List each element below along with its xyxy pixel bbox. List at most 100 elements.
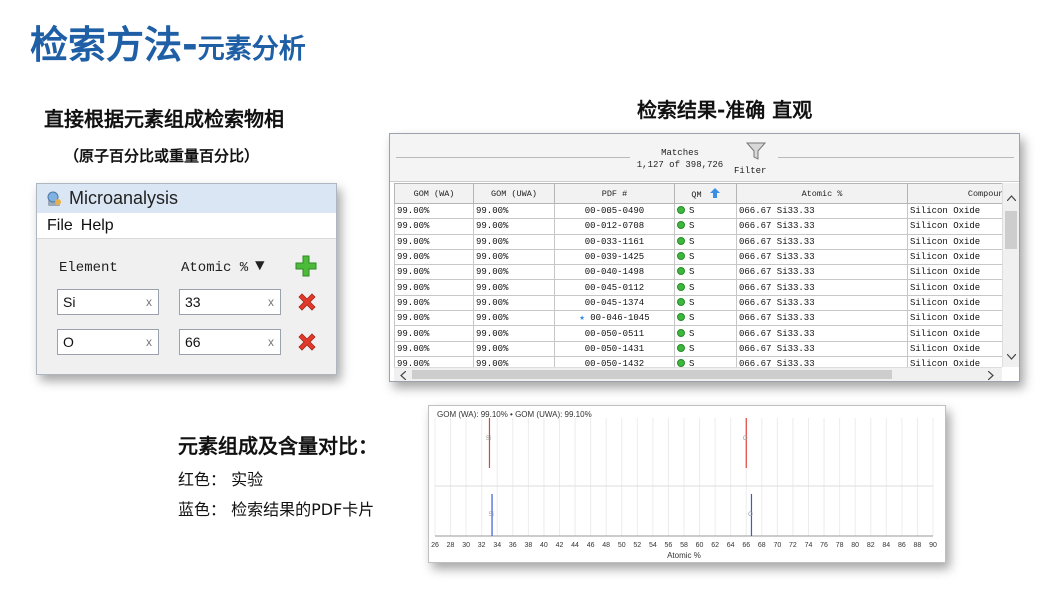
table-row[interactable]: 99.00% 99.00% 00-050-0511 S 066.67 Si33.33 Si… <box>394 325 1002 342</box>
menu-file[interactable]: File <box>47 217 73 235</box>
cell-gom-uwa: 99.00% <box>473 264 555 281</box>
table-row[interactable]: 99.00% 99.00% 00-033-1161 S 066.67 Si33.33 Si… <box>394 233 1002 250</box>
cell-qm: S <box>674 264 737 281</box>
cell-gom-wa: 99.00% <box>394 233 474 250</box>
x-tick-label: 40 <box>540 542 548 549</box>
cell-compound: Silicon Oxide <box>907 294 1002 312</box>
matches-grid: GOM (WA) GOM (UWA) PDF # QM Atomic % Com… <box>394 183 1002 367</box>
composition-chart: 26 28 30 32 34 36 38 40 42 44 46 48 50 52 54 56 58 60 62 64… <box>428 405 946 563</box>
element-field[interactable]: O x <box>57 329 159 355</box>
matches-body: 99.00% 99.00% 00-005-0490 S 066.67 Si33.33 Si… <box>394 202 1002 367</box>
quality-dot-icon <box>677 343 685 352</box>
horizontal-scrollbar[interactable] <box>394 367 1002 381</box>
x-tick-label: 84 <box>882 542 890 549</box>
x-tick-label: 48 <box>602 542 610 549</box>
add-element-icon[interactable] <box>295 255 317 277</box>
quality-mark: S <box>689 221 695 232</box>
pdf-number: 00-045-0112 <box>584 282 645 293</box>
cell-gom-uwa: 99.00% <box>473 233 555 250</box>
filter-label[interactable]: Filter <box>734 166 766 176</box>
column-header-atomic[interactable]: Atomic % <box>736 183 908 204</box>
cell-atomic: 066.67 Si33.33 <box>736 325 908 342</box>
table-row[interactable]: 99.00% 99.00% ★ 00-046-1045 S 066.67 Si33.33… <box>394 310 1002 327</box>
scroll-up-icon[interactable] <box>1007 195 1016 201</box>
cell-gom-wa: 99.00% <box>394 279 474 296</box>
scroll-down-icon[interactable] <box>1007 354 1016 360</box>
table-row[interactable]: 99.00% 99.00% 00-050-1431 S 066.67 Si33.33 Si… <box>394 340 1002 357</box>
x-tick-label: 36 <box>509 542 517 549</box>
menu-help[interactable]: Help <box>81 217 114 235</box>
cell-gom-uwa: 99.00% <box>473 294 555 312</box>
x-tick-label: 58 <box>680 542 688 549</box>
x-tick-label: 30 <box>462 542 470 549</box>
atomic-column-label[interactable]: Atomic % <box>181 260 248 276</box>
table-row[interactable]: 99.00% 99.00% 00-045-1374 S 066.67 Si33.33 Si… <box>394 294 1002 312</box>
legend-blue-text: 蓝色： 检索结果的PDF卡片 <box>178 500 375 519</box>
qm-label: QM <box>691 189 702 200</box>
table-row[interactable]: 99.00% 99.00% 00-012-0708 S 066.67 Si33.33 Si… <box>394 218 1002 235</box>
window-titlebar[interactable]: Microanalysis <box>37 184 336 213</box>
x-tick-label: 52 <box>633 542 641 549</box>
quality-mark: S <box>689 343 695 354</box>
x-tick-label: 74 <box>805 542 813 549</box>
filter-funnel-icon[interactable] <box>745 140 767 162</box>
cell-pdf: 00-033-1161 <box>554 233 675 250</box>
quality-dot-icon <box>677 297 685 306</box>
element-field[interactable]: Si x <box>57 289 159 315</box>
column-header-gom-wa[interactable]: GOM (WA) <box>394 183 474 204</box>
scroll-thumb[interactable] <box>412 370 892 379</box>
cell-gom-wa: 99.00% <box>394 340 474 357</box>
table-row[interactable]: 99.00% 99.00% 00-050-1432 S 066.67 Si33.33 Si… <box>394 355 1002 367</box>
microanalysis-window: Microanalysis File Help Element Atomic %… <box>36 183 337 375</box>
clear-icon[interactable]: x <box>146 335 152 349</box>
x-tick-label: 28 <box>447 542 455 549</box>
element-peak-label: O <box>743 436 748 442</box>
x-tick-label: 76 <box>820 542 828 549</box>
vertical-scrollbar[interactable] <box>1002 183 1019 367</box>
table-row[interactable]: 99.00% 99.00% 00-039-1425 S 066.67 Si33.33 Si… <box>394 248 1002 266</box>
scroll-right-icon[interactable] <box>988 371 994 380</box>
table-header-row: GOM (WA) GOM (UWA) PDF # QM Atomic % Com… <box>394 183 1002 204</box>
quality-mark: S <box>689 313 695 324</box>
table-row[interactable]: 99.00% 99.00% 00-005-0490 S 066.67 Si33.33 Si… <box>394 202 1002 220</box>
compare-heading: 元素组成及含量对比： <box>178 434 378 458</box>
column-header-pdf[interactable]: PDF # <box>554 183 675 204</box>
clear-icon[interactable]: x <box>146 295 152 309</box>
cell-pdf: 00-050-1431 <box>554 340 675 357</box>
x-tick-label: 80 <box>851 542 859 549</box>
cell-pdf: 00-045-0112 <box>554 279 675 296</box>
menu-bar: File Help <box>37 213 336 239</box>
clear-icon[interactable]: x <box>268 335 274 349</box>
pdf-number: 00-045-1374 <box>584 297 645 308</box>
column-header-qm[interactable]: QM <box>674 183 737 204</box>
sort-down-icon[interactable]: ▼ <box>255 257 265 275</box>
x-tick-label: 82 <box>867 542 875 549</box>
column-header-compound[interactable]: Compound Name <box>907 183 1002 204</box>
left-heading: 直接根据元素组成检索物相 <box>44 107 284 131</box>
scroll-thumb[interactable] <box>1005 211 1017 249</box>
cell-compound: Silicon Oxide <box>907 233 1002 250</box>
x-tick-label: 88 <box>914 542 922 549</box>
cell-gom-uwa: 99.00% <box>473 202 555 220</box>
table-row[interactable]: 99.00% 99.00% 00-040-1498 S 066.67 Si33.33 Si… <box>394 264 1002 281</box>
atomic-field[interactable]: 66 x <box>179 329 281 355</box>
remove-row-icon[interactable] <box>296 291 318 313</box>
cell-pdf: 00-040-1498 <box>554 264 675 281</box>
atomic-field[interactable]: 33 x <box>179 289 281 315</box>
cell-qm: S <box>674 310 737 327</box>
cell-atomic: 066.67 Si33.33 <box>736 264 908 281</box>
quality-dot-icon <box>677 267 685 276</box>
x-tick-label: 32 <box>478 542 486 549</box>
matches-header: Matches 1,127 of 398,726 Filter <box>390 134 1019 182</box>
window-title: Microanalysis <box>69 188 179 208</box>
cell-compound: Silicon Oxide <box>907 340 1002 357</box>
scroll-left-icon[interactable] <box>400 371 406 380</box>
column-header-gom-uwa[interactable]: GOM (UWA) <box>473 183 555 204</box>
x-tick-label: 72 <box>789 542 797 549</box>
table-row[interactable]: 99.00% 99.00% 00-045-0112 S 066.67 Si33.33 Si… <box>394 279 1002 296</box>
element-column-label: Element <box>59 260 118 276</box>
cell-compound: Silicon Oxide <box>907 264 1002 281</box>
cell-atomic: 066.67 Si33.33 <box>736 233 908 250</box>
remove-row-icon[interactable] <box>296 331 318 353</box>
clear-icon[interactable]: x <box>268 295 274 309</box>
